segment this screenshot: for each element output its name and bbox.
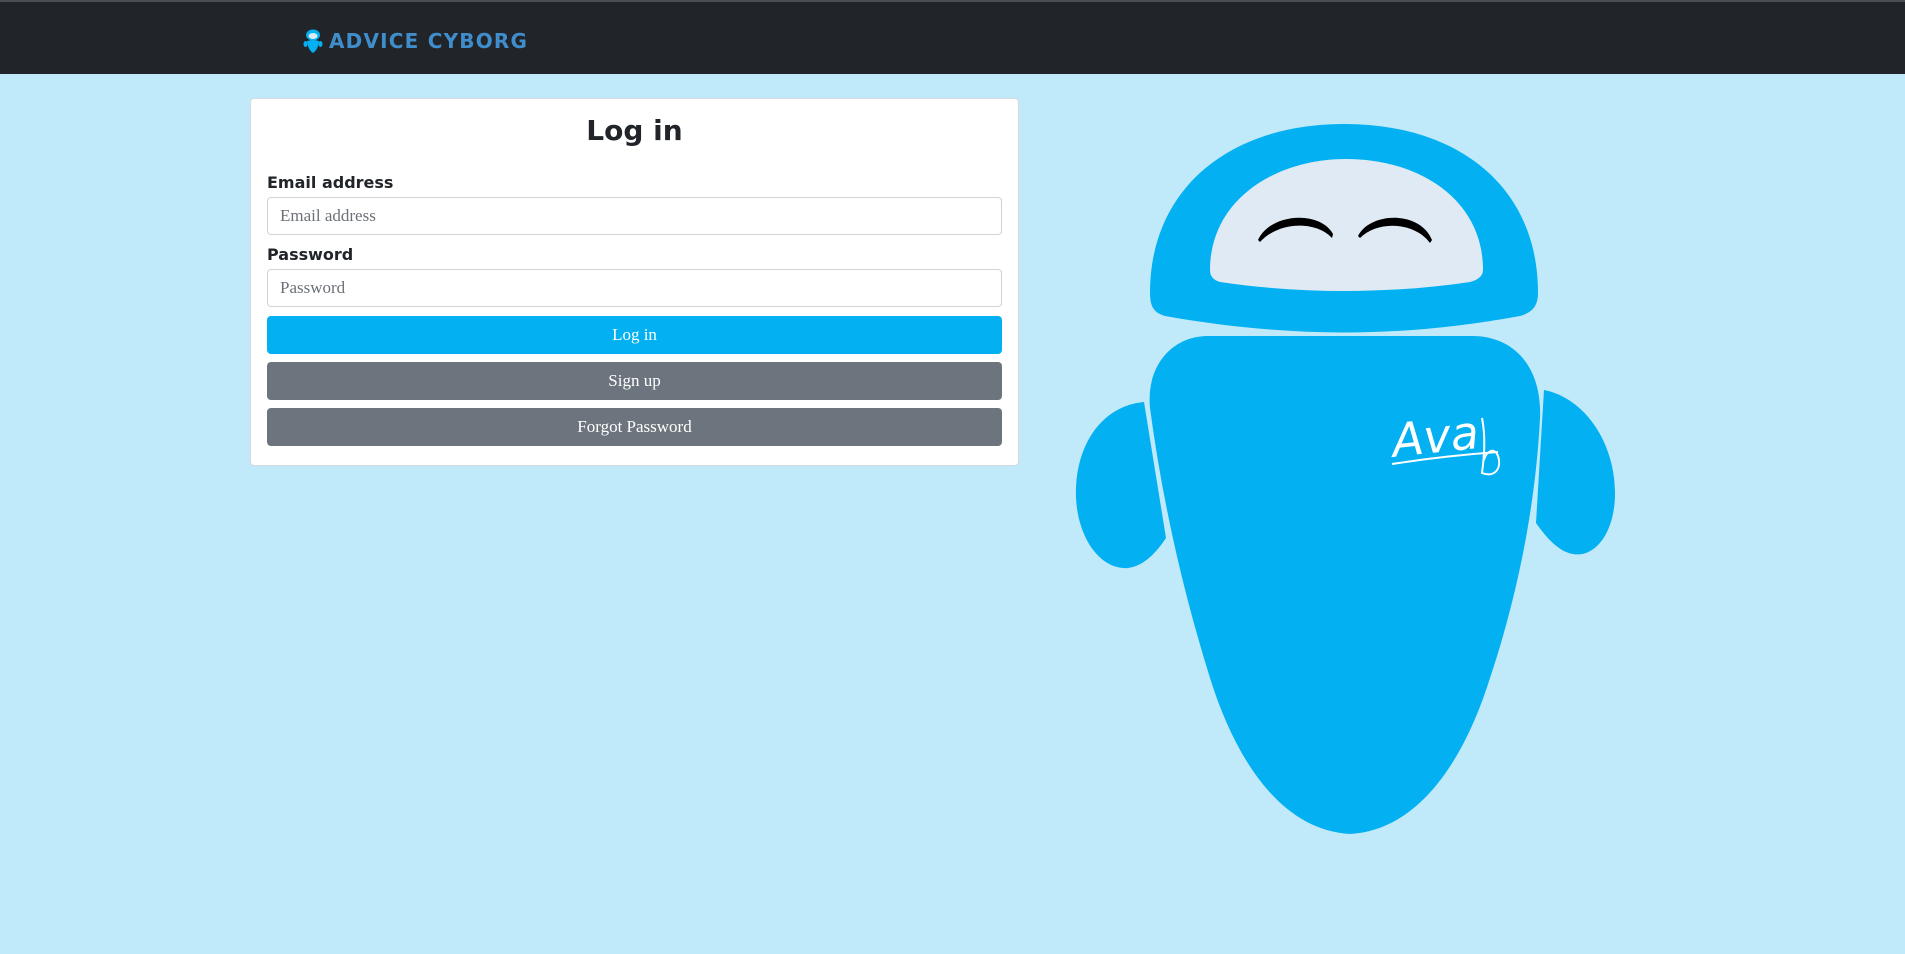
login-title: Log in	[586, 114, 683, 147]
login-button[interactable]: Log in	[267, 316, 1002, 354]
brand-name: ADVICE CYBORG	[329, 29, 529, 53]
email-input[interactable]	[267, 197, 1002, 235]
robot-icon	[303, 29, 323, 53]
mascot-right-arm	[1536, 390, 1615, 555]
signup-button[interactable]: Sign up	[267, 362, 1002, 400]
mascot-left-arm	[1075, 402, 1166, 569]
forgot-password-button[interactable]: Forgot Password	[267, 408, 1002, 446]
password-label: Password	[267, 245, 354, 264]
ava-robot-mascot: Ava	[1075, 124, 1615, 834]
password-input[interactable]	[267, 269, 1002, 307]
login-card: Log in Email address Password Log in Sig…	[250, 98, 1019, 466]
brand-link[interactable]: ADVICE CYBORG	[303, 27, 528, 55]
email-label: Email address	[267, 173, 394, 192]
top-navbar: ADVICE CYBORG	[0, 0, 1905, 74]
mascot-body	[1149, 336, 1541, 834]
